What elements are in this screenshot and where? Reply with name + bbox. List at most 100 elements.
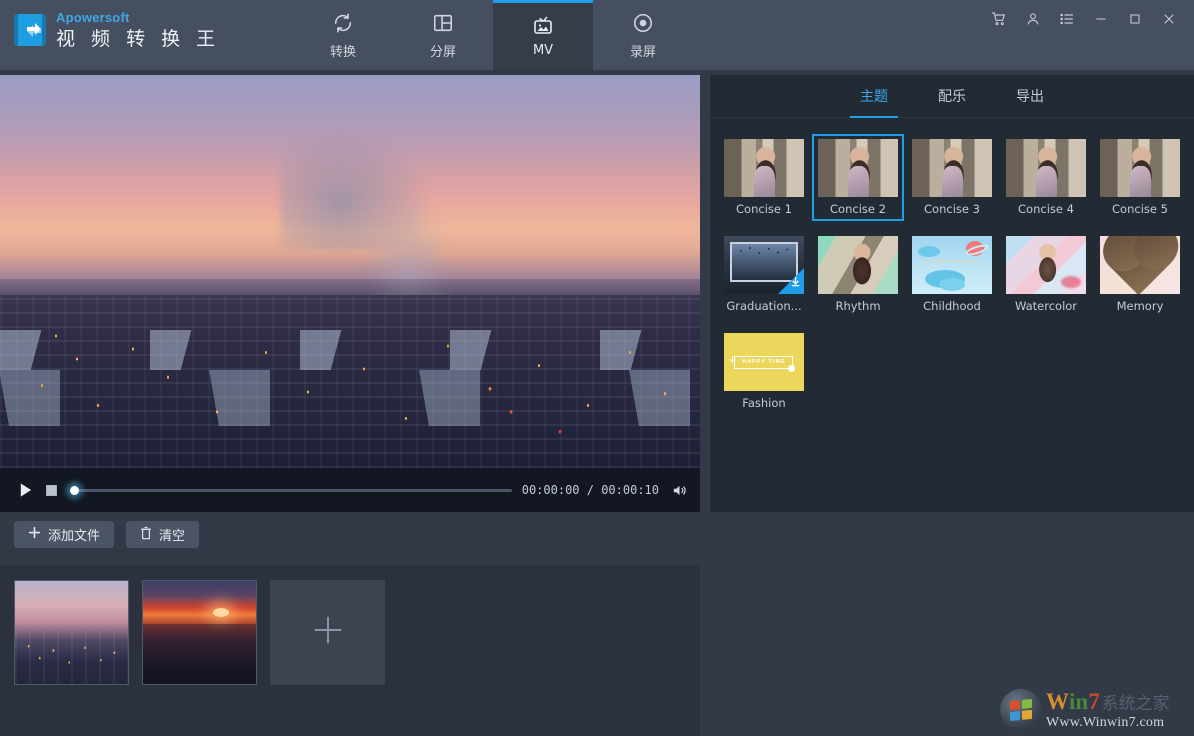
add-file-button[interactable]: 添加文件 [14,521,114,548]
theme-label: Concise 1 [723,202,805,216]
watermark-cn: 系统之家 [1102,696,1170,713]
watermark-in: in [1069,690,1088,713]
flag-quadrant [1010,711,1020,721]
theme-label: Concise 4 [1005,202,1087,216]
seek-track [70,489,512,492]
tab-theme[interactable]: 主题 [856,75,892,118]
cloud-shape [918,246,940,257]
theme-thumbnail [1006,139,1086,197]
record-screen-icon [632,10,654,36]
theme-thumbnail [1006,236,1086,294]
theme-item-concise-3[interactable]: Concise 3 [906,134,998,221]
theme-item-childhood[interactable]: MY GROWTH RECORD Childhood [906,231,998,318]
theme-thumbnail [724,139,804,197]
theme-art-text: MY GROWTH RECORD [912,259,992,264]
video-preview[interactable] [0,75,700,468]
flag-quadrant [1010,700,1020,710]
tab-split-screen[interactable]: 分屏 [393,0,493,70]
theme-thumbnail [818,236,898,294]
convert-icon [332,10,354,36]
maximize-button[interactable] [1118,5,1152,33]
watermark-url: Www.Winwin7.com [1046,715,1170,731]
time-display: 00:00:00 / 00:00:10 [522,483,659,497]
media-thumbnails [14,580,385,685]
theme-label: Watercolor [1005,299,1087,313]
minimize-button[interactable] [1084,5,1118,33]
convert-arrows-glyph [23,19,45,41]
heart-mask-shape [1109,236,1171,294]
seek-handle[interactable] [70,486,79,495]
theme-thumbnail: + HAPPY TIME [724,333,804,391]
tab-soundtrack[interactable]: 配乐 [934,75,970,118]
cart-icon[interactable] [982,5,1016,33]
media-item-1[interactable] [14,580,129,685]
plus-icon [28,526,41,543]
tab-split-screen-label: 分屏 [430,41,456,60]
sun-glow [213,608,229,617]
theme-item-graduation[interactable]: Graduation... [718,231,810,318]
theme-thumbnail [1100,139,1180,197]
theme-grid: Concise 1 Concise 2 Concise 3 Concise 4 … [710,118,1194,431]
theme-item-memory[interactable]: Memory [1094,231,1186,318]
tab-record-screen[interactable]: 录屏 [593,0,693,70]
tab-convert[interactable]: 转换 [293,0,393,70]
theme-label: Memory [1099,299,1181,313]
tab-mv-label: MV [533,43,553,58]
flag-quadrant [1022,699,1032,709]
media-strip [0,566,700,736]
close-button[interactable] [1152,5,1186,33]
theme-label: Rhythm [817,299,899,313]
theme-item-concise-2[interactable]: Concise 2 [812,134,904,221]
thrown-caps [735,245,793,260]
theme-item-concise-4[interactable]: Concise 4 [1000,134,1092,221]
tab-export[interactable]: 导出 [1012,75,1048,118]
clear-button[interactable]: 清空 [126,521,199,548]
theme-item-fashion[interactable]: + HAPPY TIME Fashion [718,328,810,415]
media-item-2[interactable] [142,580,257,685]
stop-button[interactable] [38,477,64,503]
split-screen-icon [432,10,454,36]
player-controls: 00:00:00 / 00:00:10 [0,468,700,512]
brand: Apowersoft 视 频 转 换 王 [14,10,220,52]
theme-thumbnail [912,139,992,197]
volume-icon[interactable] [671,482,688,499]
main-tabs: 转换 分屏 [293,0,693,70]
theme-thumbnail [818,139,898,197]
menu-list-icon[interactable] [1050,5,1084,33]
preview-window-lights [0,303,700,468]
theme-thumbnail [1100,236,1180,294]
file-actions: 添加文件 清空 [14,521,199,548]
theme-label: Concise 3 [911,202,993,216]
add-file-label: 添加文件 [48,525,100,544]
film-perforation-left [14,14,18,46]
watermark-seven: 7 [1088,690,1100,713]
download-arrow-icon [790,275,801,291]
tab-soundtrack-label: 配乐 [938,86,966,106]
theme-panel: 主题 配乐 导出 Concise 1 Concise 2 Concise 3 [710,75,1194,512]
brand-subtitle: 视 频 转 换 王 [56,26,220,52]
theme-label: Concise 2 [817,202,899,216]
account-icon[interactable] [1016,5,1050,33]
tab-export-label: 导出 [1016,86,1044,106]
tab-theme-label: 主题 [860,86,888,106]
theme-item-watercolor[interactable]: Watercolor [1000,231,1092,318]
theme-thumbnail [724,236,804,294]
tab-record-screen-label: 录屏 [630,41,656,60]
theme-item-concise-5[interactable]: Concise 5 [1094,134,1186,221]
trash-icon [140,526,152,544]
app-logo-icon [14,14,46,46]
theme-label: Concise 5 [1099,202,1181,216]
theme-label: Graduation... [723,299,805,313]
play-button[interactable] [12,477,38,503]
window-controls [982,5,1186,33]
seek-bar[interactable] [70,481,512,499]
flag-quadrant [1022,710,1032,720]
theme-item-concise-1[interactable]: Concise 1 [718,134,810,221]
theme-item-rhythm[interactable]: Rhythm [812,231,904,318]
windows-flag-glyph [1010,699,1032,721]
tab-mv[interactable]: MV [493,0,593,70]
film-perforation-right [42,14,46,46]
plus-icon [311,613,345,652]
theme-label: Childhood [911,299,993,313]
add-media-tile[interactable] [270,580,385,685]
